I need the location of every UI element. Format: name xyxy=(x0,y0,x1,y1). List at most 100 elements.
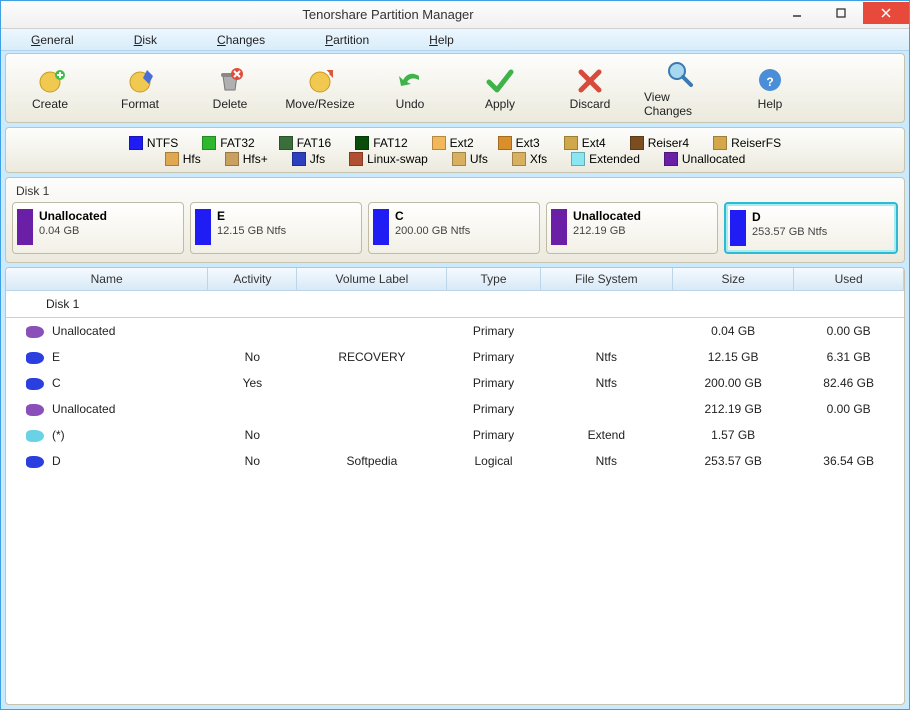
partition-icon xyxy=(26,352,44,364)
col-size[interactable]: Size xyxy=(673,268,794,291)
table-disk-row[interactable]: Disk 1 xyxy=(6,291,904,318)
disk-block-4[interactable]: D253.57 GB Ntfs xyxy=(724,202,898,254)
fs-swatch-icon xyxy=(165,152,179,166)
menu-general[interactable]: General xyxy=(31,33,74,47)
fs-swatch-icon xyxy=(129,136,143,150)
content-frame: Create Format Delete Move/Resize Undo Ap… xyxy=(1,51,909,709)
fs-legend-ext4: Ext4 xyxy=(564,136,606,150)
menu-help[interactable]: Help xyxy=(429,33,454,47)
fs-legend-hfs: Hfs xyxy=(165,152,201,166)
col-type[interactable]: Type xyxy=(447,268,540,291)
fs-swatch-icon xyxy=(349,152,363,166)
fs-swatch-icon xyxy=(355,136,369,150)
fs-swatch-icon xyxy=(292,152,306,166)
discard-icon xyxy=(572,65,608,95)
menu-changes[interactable]: Changes xyxy=(217,33,265,47)
table-row[interactable]: ENoRECOVERYPrimaryNtfs12.15 GB6.31 GB xyxy=(6,344,904,370)
apply-icon xyxy=(482,65,518,95)
fs-legend-ext3: Ext3 xyxy=(498,136,540,150)
delete-button[interactable]: Delete xyxy=(194,65,266,111)
create-icon xyxy=(32,65,68,95)
col-name[interactable]: Name xyxy=(6,268,208,291)
svg-text:?: ? xyxy=(766,75,773,89)
menubar: General Disk Changes Partition Help xyxy=(1,29,909,51)
partition-color-icon xyxy=(551,209,567,245)
partition-color-icon xyxy=(373,209,389,245)
fs-swatch-icon xyxy=(225,152,239,166)
fs-swatch-icon xyxy=(512,152,526,166)
move-resize-icon xyxy=(302,65,338,95)
fs-swatch-icon xyxy=(713,136,727,150)
fs-legend-fat16: FAT16 xyxy=(279,136,331,150)
undo-icon xyxy=(392,65,428,95)
table-row[interactable]: (*)NoPrimaryExtend1.57 GB xyxy=(6,422,904,448)
undo-button[interactable]: Undo xyxy=(374,65,446,111)
move-resize-button[interactable]: Move/Resize xyxy=(284,65,356,111)
fs-legend-reiser4: Reiser4 xyxy=(630,136,689,150)
fs-swatch-icon xyxy=(279,136,293,150)
partition-icon xyxy=(26,326,44,338)
fs-legend-xfs: Xfs xyxy=(512,152,547,166)
view-changes-button[interactable]: View Changes xyxy=(644,58,716,118)
partition-icon xyxy=(26,456,44,468)
discard-button[interactable]: Discard xyxy=(554,65,626,111)
partition-color-icon xyxy=(195,209,211,245)
col-used[interactable]: Used xyxy=(794,268,904,291)
table-body: Disk 1UnallocatedPrimary0.04 GB0.00 GBEN… xyxy=(6,291,904,475)
create-button[interactable]: Create xyxy=(14,65,86,111)
table-row[interactable]: UnallocatedPrimary212.19 GB0.00 GB xyxy=(6,396,904,422)
window-title: Tenorshare Partition Manager xyxy=(1,7,775,22)
toolbar: Create Format Delete Move/Resize Undo Ap… xyxy=(5,53,905,123)
format-button[interactable]: Format xyxy=(104,65,176,111)
close-button[interactable] xyxy=(863,2,909,24)
disk-panel: Disk 1 Unallocated0.04 GBE12.15 GB NtfsC… xyxy=(5,177,905,263)
partition-color-icon xyxy=(17,209,33,245)
menu-partition[interactable]: Partition xyxy=(325,33,369,47)
disk-block-2[interactable]: C200.00 GB Ntfs xyxy=(368,202,540,254)
table-row[interactable]: DNoSoftpediaLogicalNtfs253.57 GB36.54 GB xyxy=(6,448,904,474)
fs-swatch-icon xyxy=(202,136,216,150)
fs-legend-ext2: Ext2 xyxy=(432,136,474,150)
fs-legend-hfs+: Hfs+ xyxy=(225,152,268,166)
help-icon: ? xyxy=(752,65,788,95)
col-volume-label[interactable]: Volume Label xyxy=(297,268,447,291)
fs-legend-extended: Extended xyxy=(571,152,640,166)
view-changes-icon xyxy=(662,58,698,88)
table-row[interactable]: UnallocatedPrimary0.04 GB0.00 GB xyxy=(6,318,904,345)
delete-icon xyxy=(212,65,248,95)
fs-legend-jfs: Jfs xyxy=(292,152,325,166)
partition-table: NameActivityVolume LabelTypeFile SystemS… xyxy=(5,267,905,705)
partition-color-icon xyxy=(730,210,746,246)
fs-swatch-icon xyxy=(432,136,446,150)
partition-icon xyxy=(26,378,44,390)
fs-legend-fat12: FAT12 xyxy=(355,136,407,150)
format-icon xyxy=(122,65,158,95)
fs-swatch-icon xyxy=(571,152,585,166)
fs-swatch-icon xyxy=(452,152,466,166)
disk-block-3[interactable]: Unallocated212.19 GB xyxy=(546,202,718,254)
disk-block-0[interactable]: Unallocated0.04 GB xyxy=(12,202,184,254)
disk-block-1[interactable]: E12.15 GB Ntfs xyxy=(190,202,362,254)
fs-legend-ufs: Ufs xyxy=(452,152,488,166)
fs-swatch-icon xyxy=(564,136,578,150)
fs-legend-fat32: FAT32 xyxy=(202,136,254,150)
fs-legend-reiserfs: ReiserFS xyxy=(713,136,781,150)
table-row[interactable]: CYesPrimaryNtfs200.00 GB82.46 GB xyxy=(6,370,904,396)
table-header-row: NameActivityVolume LabelTypeFile SystemS… xyxy=(6,268,904,291)
fs-swatch-icon xyxy=(498,136,512,150)
apply-button[interactable]: Apply xyxy=(464,65,536,111)
col-activity[interactable]: Activity xyxy=(208,268,297,291)
menu-disk[interactable]: Disk xyxy=(134,33,157,47)
col-file-system[interactable]: File System xyxy=(540,268,672,291)
main-window: Tenorshare Partition Manager General Dis… xyxy=(0,0,910,710)
disk-label: Disk 1 xyxy=(16,184,894,198)
fs-swatch-icon xyxy=(664,152,678,166)
help-button[interactable]: ? Help xyxy=(734,65,806,111)
fs-legend-unallocated: Unallocated xyxy=(664,152,745,166)
minimize-button[interactable] xyxy=(775,3,819,23)
partition-icon xyxy=(26,430,44,442)
maximize-button[interactable] xyxy=(819,3,863,23)
fs-swatch-icon xyxy=(630,136,644,150)
fs-legend-linux-swap: Linux-swap xyxy=(349,152,428,166)
titlebar[interactable]: Tenorshare Partition Manager xyxy=(1,1,909,29)
